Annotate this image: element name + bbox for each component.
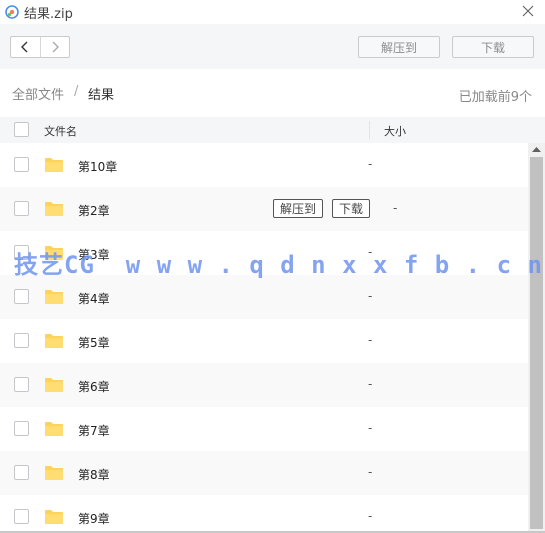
- row-checkbox[interactable]: [14, 509, 29, 524]
- file-name[interactable]: 第9章: [78, 510, 110, 527]
- table-row[interactable]: 第4章 -: [0, 275, 528, 319]
- row-checkbox[interactable]: [14, 465, 29, 480]
- file-name[interactable]: 第10章: [78, 158, 117, 175]
- select-all-checkbox[interactable]: [14, 122, 29, 137]
- row-checkbox[interactable]: [14, 201, 29, 216]
- row-checkbox[interactable]: [14, 289, 29, 304]
- column-header-size[interactable]: 大小: [384, 123, 406, 139]
- chevron-left-icon: [21, 41, 28, 53]
- row-download-button[interactable]: 下载: [332, 199, 370, 218]
- folder-icon: [45, 158, 63, 172]
- download-button[interactable]: 下载: [452, 36, 534, 58]
- table-row[interactable]: 第8章 -: [0, 451, 528, 495]
- row-checkbox[interactable]: [14, 333, 29, 348]
- file-size: -: [368, 421, 373, 435]
- table-header: 文件名 大小: [0, 117, 545, 143]
- breadcrumb-all-files[interactable]: 全部文件: [12, 84, 64, 103]
- table-row[interactable]: 第7章 -: [0, 407, 528, 451]
- chevron-right-icon: [52, 41, 59, 53]
- back-button[interactable]: [11, 37, 40, 57]
- file-name[interactable]: 第5章: [78, 334, 110, 351]
- forward-button[interactable]: [39, 37, 69, 57]
- scrollbar-thumb[interactable]: [530, 157, 543, 529]
- table-row[interactable]: 第10章 -: [0, 143, 528, 187]
- breadcrumb: 全部文件 / 结果 已加载前9个: [0, 69, 545, 117]
- file-size: -: [368, 465, 373, 479]
- folder-icon: [45, 378, 63, 392]
- row-checkbox[interactable]: [14, 245, 29, 260]
- folder-icon: [45, 422, 63, 436]
- table-row[interactable]: 第9章 -: [0, 495, 528, 531]
- file-size: -: [368, 377, 373, 391]
- row-checkbox[interactable]: [14, 377, 29, 392]
- file-list: 第10章 - 第2章 解压到 下载 - 第3章 - 第4章 - 第5章 - 第6…: [0, 143, 528, 531]
- table-row[interactable]: 第2章 解压到 下载 -: [0, 187, 528, 231]
- vertical-scrollbar[interactable]: [528, 143, 545, 531]
- row-checkbox[interactable]: [14, 421, 29, 436]
- table-row[interactable]: 第5章 -: [0, 319, 528, 363]
- arrow-up-icon[interactable]: [532, 146, 541, 153]
- file-name[interactable]: 第8章: [78, 466, 110, 483]
- folder-icon: [45, 334, 63, 348]
- file-size: -: [368, 333, 373, 347]
- file-size: -: [393, 201, 398, 215]
- navigation-buttons: [10, 36, 70, 58]
- title-bar: 结果.zip: [0, 0, 545, 24]
- window-title: 结果.zip: [24, 7, 73, 22]
- folder-icon: [45, 290, 63, 304]
- toolbar: 解压到 下载: [0, 24, 545, 69]
- column-header-name[interactable]: 文件名: [44, 123, 77, 139]
- file-name[interactable]: 第3章: [78, 246, 110, 263]
- file-name[interactable]: 第4章: [78, 290, 110, 307]
- file-name[interactable]: 第2章: [78, 202, 110, 219]
- row-extract-to-button[interactable]: 解压到: [273, 199, 323, 218]
- file-size: -: [368, 245, 373, 259]
- load-status: 已加载前9个: [458, 90, 532, 105]
- folder-icon: [45, 510, 63, 524]
- folder-icon: [45, 202, 63, 216]
- file-size: -: [368, 157, 373, 171]
- column-divider[interactable]: [369, 121, 370, 139]
- table-row[interactable]: 第3章 -: [0, 231, 528, 275]
- cloud-icon: [5, 5, 19, 19]
- file-name[interactable]: 第6章: [78, 378, 110, 395]
- extract-to-button[interactable]: 解压到: [358, 36, 440, 58]
- file-size: -: [368, 289, 373, 303]
- folder-icon: [45, 246, 63, 260]
- folder-icon: [45, 466, 63, 480]
- file-size: -: [368, 509, 373, 523]
- breadcrumb-separator: /: [74, 84, 79, 99]
- close-icon[interactable]: [521, 4, 535, 18]
- breadcrumb-current: 结果: [88, 88, 115, 103]
- table-row[interactable]: 第6章 -: [0, 363, 528, 407]
- row-checkbox[interactable]: [14, 157, 29, 172]
- file-name[interactable]: 第7章: [78, 422, 110, 439]
